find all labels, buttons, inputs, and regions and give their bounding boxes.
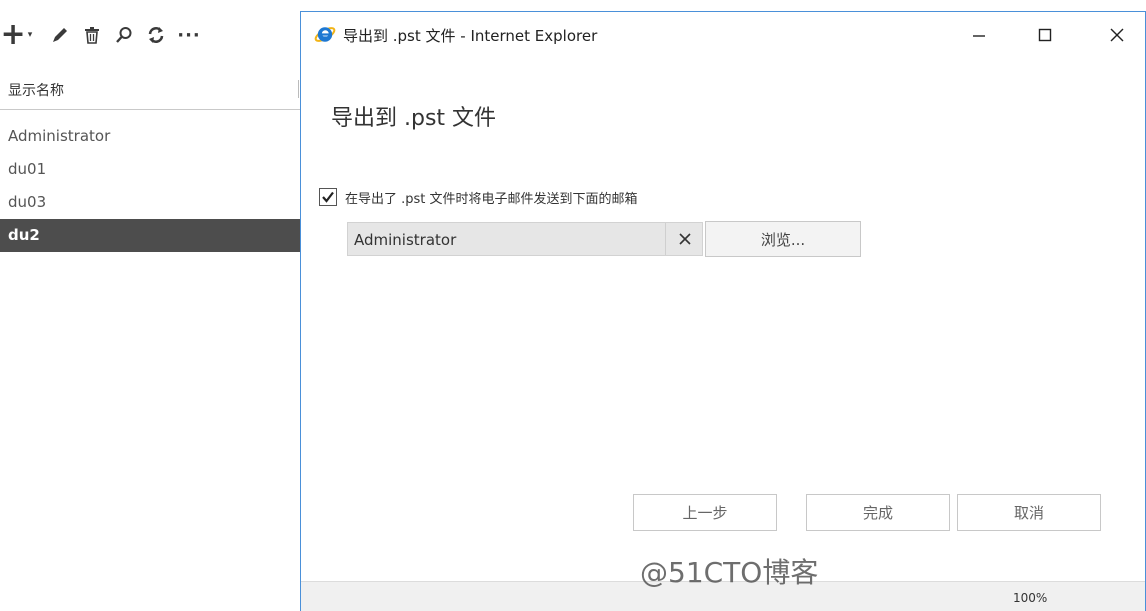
- list-item[interactable]: du01: [0, 153, 300, 186]
- add-dropdown-caret[interactable]: ▾: [24, 20, 36, 50]
- column-header-display-name[interactable]: 显示名称: [0, 68, 300, 110]
- close-icon[interactable]: [1103, 22, 1131, 48]
- user-list-pane: + ▾ ··· 显示名称 Administrator du01 du03 du2: [0, 0, 300, 611]
- user-list: Administrator du01 du03 du2: [0, 120, 300, 252]
- cancel-button[interactable]: 取消: [957, 494, 1101, 531]
- add-button[interactable]: +: [0, 20, 25, 50]
- clear-recipient-button[interactable]: [665, 223, 704, 255]
- internet-explorer-icon: [314, 23, 336, 45]
- email-notify-label: 在导出了 .pst 文件时将电子邮件发送到下面的邮箱: [345, 191, 638, 207]
- watermark: @51CTO博客: [640, 556, 819, 589]
- list-item[interactable]: du03: [0, 186, 300, 219]
- back-button[interactable]: 上一步: [633, 494, 777, 531]
- title-bar[interactable]: 导出到 .pst 文件 - Internet Explorer: [301, 12, 1145, 58]
- more-icon[interactable]: ···: [176, 20, 202, 50]
- recipient-value: Administrator: [354, 231, 457, 249]
- column-header-label: 显示名称: [8, 83, 64, 99]
- search-icon[interactable]: [112, 20, 136, 50]
- refresh-icon[interactable]: [144, 20, 168, 50]
- delete-icon[interactable]: [80, 20, 104, 50]
- maximize-icon[interactable]: [1031, 22, 1059, 48]
- email-notify-checkbox[interactable]: [319, 188, 337, 206]
- finish-button[interactable]: 完成: [806, 494, 950, 531]
- checkmark-icon: [322, 191, 334, 203]
- edit-icon[interactable]: [48, 20, 72, 50]
- page-title: 导出到 .pst 文件: [331, 106, 497, 131]
- close-icon: [679, 233, 691, 245]
- minimize-icon[interactable]: [965, 22, 993, 48]
- zoom-level[interactable]: 100%: [1013, 591, 1047, 605]
- list-toolbar: + ▾ ···: [0, 18, 300, 52]
- email-notify-option: 在导出了 .pst 文件时将电子邮件发送到下面的邮箱: [319, 186, 638, 208]
- recipient-field[interactable]: Administrator: [347, 222, 703, 256]
- window-title: 导出到 .pst 文件 - Internet Explorer: [343, 27, 598, 45]
- browse-button[interactable]: 浏览...: [705, 221, 861, 257]
- ie-dialog-window: 导出到 .pst 文件 - Internet Explorer 导出到 .pst…: [300, 11, 1146, 611]
- list-item-selected[interactable]: du2: [0, 219, 300, 252]
- list-item[interactable]: Administrator: [0, 120, 300, 153]
